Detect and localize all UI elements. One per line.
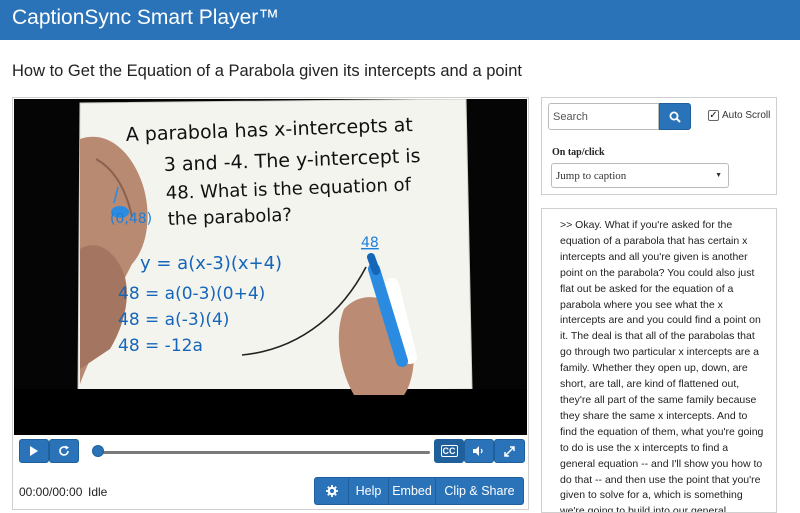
work-line-1: y = a(x-3)(x+4) xyxy=(140,253,282,274)
autoscroll-checkbox[interactable]: ✓ xyxy=(708,110,719,121)
gear-icon xyxy=(325,485,338,497)
fullscreen-button[interactable] xyxy=(494,439,525,463)
seek-handle[interactable] xyxy=(92,445,104,457)
volume-button[interactable] xyxy=(464,439,494,463)
search-panel: ✓ Auto Scroll On tap/click Jump to capti… xyxy=(541,97,777,195)
video-title: How to Get the Equation of a Parabola gi… xyxy=(12,62,522,80)
volume-icon xyxy=(473,446,483,456)
transcript-text[interactable]: >> Okay. What if you're asked for the eq… xyxy=(560,218,766,512)
work-line-3: 48 = a(-3)(4) xyxy=(118,310,229,330)
transcript-panel[interactable]: >> Okay. What if you're asked for the eq… xyxy=(541,208,777,513)
play-button[interactable] xyxy=(19,439,49,463)
replay-icon xyxy=(59,445,69,456)
replay-button[interactable] xyxy=(49,439,79,463)
play-icon xyxy=(30,446,38,456)
annotation-point: (0,48) xyxy=(110,211,152,227)
whiteboard-line-4: the parabola? xyxy=(167,205,292,230)
captions-button[interactable]: CC xyxy=(434,439,464,463)
search-button[interactable] xyxy=(659,103,691,130)
player-status: Idle xyxy=(88,485,108,499)
autoscroll-label: Auto Scroll xyxy=(722,110,771,121)
clip-share-button[interactable]: Clip & Share xyxy=(436,478,523,504)
fullscreen-icon xyxy=(504,445,515,457)
video-frame-image: A parabola has x-intercepts at 3 and -4.… xyxy=(14,99,527,435)
player-actions: Help Embed Clip & Share xyxy=(314,477,524,505)
player-controls: CC xyxy=(19,439,525,465)
chevron-down-icon: ▼ xyxy=(715,171,722,179)
cc-icon: CC xyxy=(440,445,458,457)
seek-bar[interactable] xyxy=(96,451,430,454)
on-tap-value: Jump to caption xyxy=(556,169,627,182)
settings-button[interactable] xyxy=(315,478,349,504)
video-frame[interactable]: A parabola has x-intercepts at 3 and -4.… xyxy=(14,99,527,435)
help-button[interactable]: Help xyxy=(349,478,389,504)
work-line-2: 48 = a(0-3)(0+4) xyxy=(118,284,265,304)
embed-button[interactable]: Embed xyxy=(389,478,436,504)
app-title: CaptionSync Smart Player™ xyxy=(12,6,280,29)
search-icon xyxy=(669,111,681,123)
search-input[interactable] xyxy=(548,103,659,130)
time-display: 00:00/00:00 xyxy=(19,485,83,499)
on-tap-label: On tap/click xyxy=(552,147,605,158)
autoscroll-toggle[interactable]: ✓ Auto Scroll xyxy=(708,110,770,121)
work-line-4: 48 = -12a xyxy=(118,336,203,356)
header-bar: CaptionSync Smart Player™ xyxy=(0,0,800,40)
annotation-value: 48 xyxy=(361,235,379,251)
video-player: A parabola has x-intercepts at 3 and -4.… xyxy=(12,97,529,510)
page: CaptionSync Smart Player™ How to Get the… xyxy=(0,0,800,513)
on-tap-select[interactable]: Jump to caption ▼ xyxy=(551,163,729,188)
